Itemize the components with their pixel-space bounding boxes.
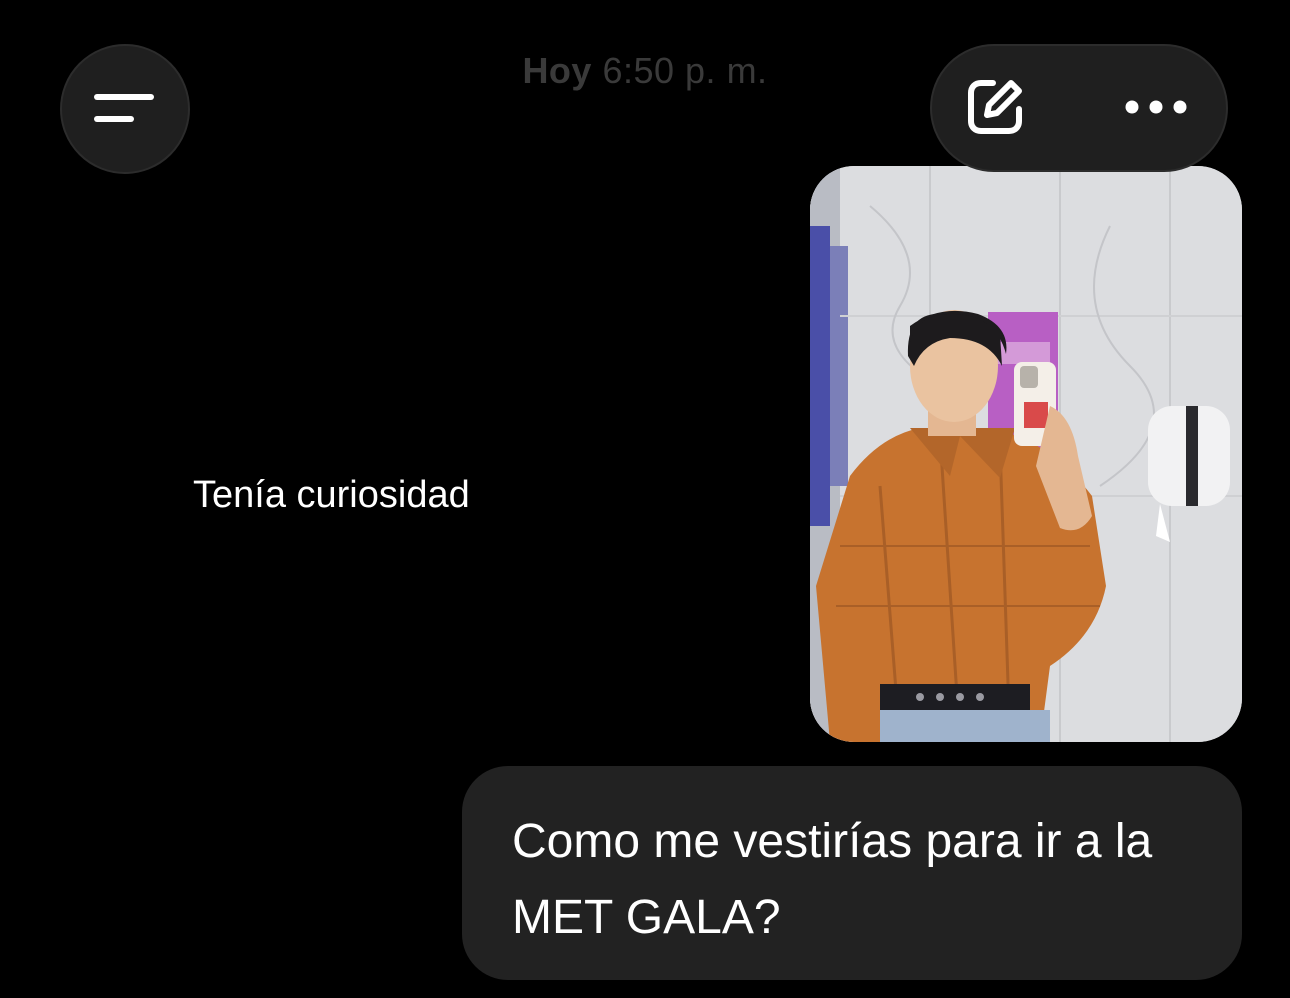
timestamp-time: 6:50 p. m.: [602, 50, 768, 91]
received-message-text: Tenía curiosidad: [193, 474, 470, 516]
more-dots-icon: [1124, 99, 1188, 120]
hamburger-menu-icon: [93, 89, 157, 129]
more-options-button[interactable]: [1116, 76, 1196, 142]
sent-message-bubble[interactable]: Como me vestirías para ir a la MET GALA?: [462, 766, 1242, 980]
edit-compose-icon: [963, 75, 1027, 144]
photo-attachment: [810, 166, 1242, 742]
sent-photo-message[interactable]: [810, 166, 1242, 742]
sent-message-line-1: Como me vestirías para ir a la: [512, 815, 1153, 868]
sent-message-line-2: MET GALA?: [512, 891, 781, 944]
edit-button[interactable]: [962, 76, 1028, 142]
timestamp-day: Hoy: [522, 50, 592, 91]
chat-screen: Hoy 6:50 p. m. Tenía curiosidad Como me …: [0, 0, 1290, 998]
header-actions: [930, 44, 1228, 172]
